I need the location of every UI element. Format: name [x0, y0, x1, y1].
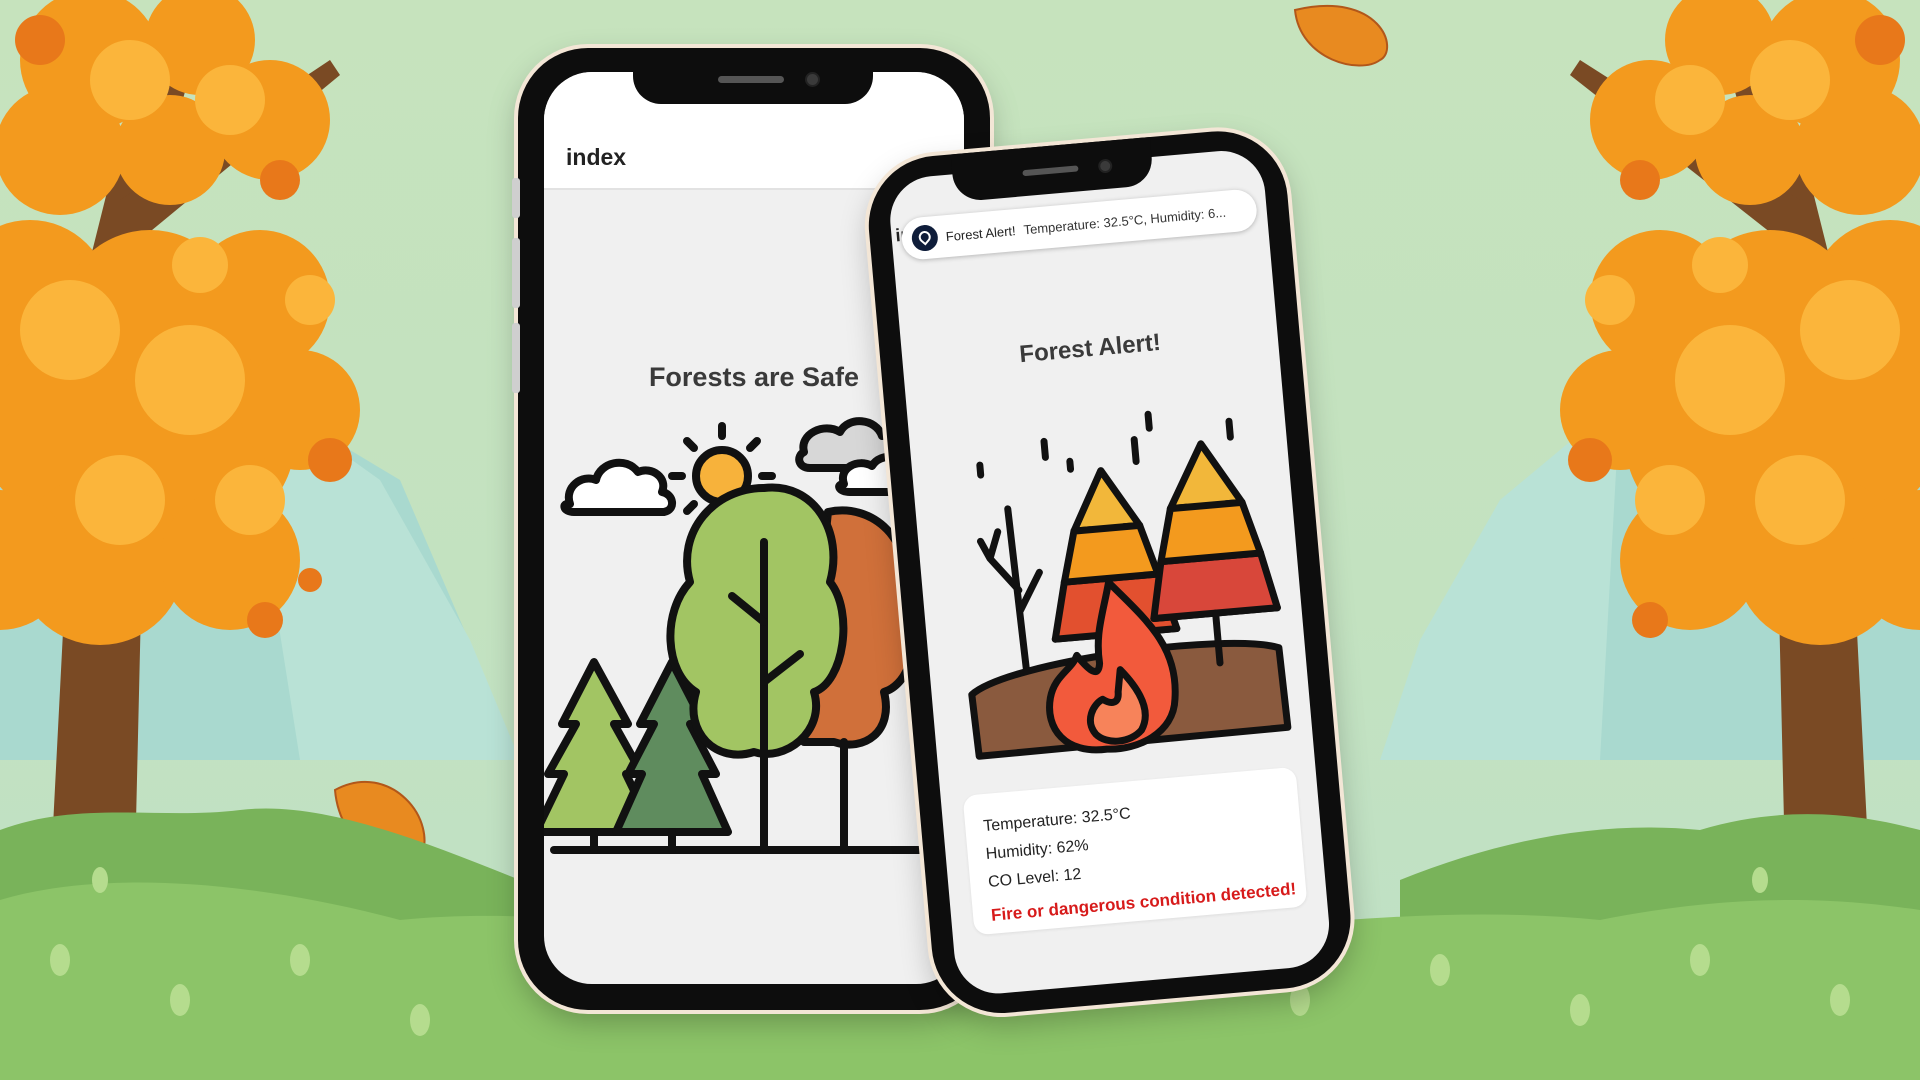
notification-title: Forest Alert! — [945, 222, 1017, 244]
mute-switch — [512, 178, 520, 218]
phone-screen: in Forest Alert! Temperature: 32.5°C, Hu… — [886, 147, 1333, 998]
forest-fire-illustration — [968, 410, 1292, 760]
volume-down-button — [512, 323, 520, 393]
humidity-reading: Humidity: 62% — [985, 837, 1090, 864]
app-bar-title: index — [566, 144, 627, 170]
phone-notch — [633, 48, 873, 104]
sensor-readings-card: Temperature: 32.5°C Humidity: 62% CO Lev… — [962, 766, 1308, 936]
volume-up-button — [512, 238, 520, 308]
speaker-grille — [718, 76, 784, 83]
notification-app-icon — [910, 223, 939, 253]
speaker-grille — [1022, 165, 1079, 177]
front-camera — [805, 72, 820, 87]
phone-alert-wrapper: in Forest Alert! Temperature: 32.5°C, Hu… — [862, 121, 1407, 1029]
phone-alert-status: in Forest Alert! Temperature: 32.5°C, Hu… — [862, 125, 1357, 1019]
notification-body: Temperature: 32.5°C, Humidity: 6... — [1022, 204, 1227, 237]
push-notification[interactable]: Forest Alert! Temperature: 32.5°C, Humid… — [900, 188, 1259, 261]
promo-scene: index Forests are Safe Forest Alert! Tem… — [0, 0, 1920, 1080]
co-level-reading: CO Level: 12 — [987, 865, 1083, 891]
front-camera — [1097, 158, 1113, 174]
temperature-reading: Temperature: 32.5°C — [982, 805, 1132, 836]
